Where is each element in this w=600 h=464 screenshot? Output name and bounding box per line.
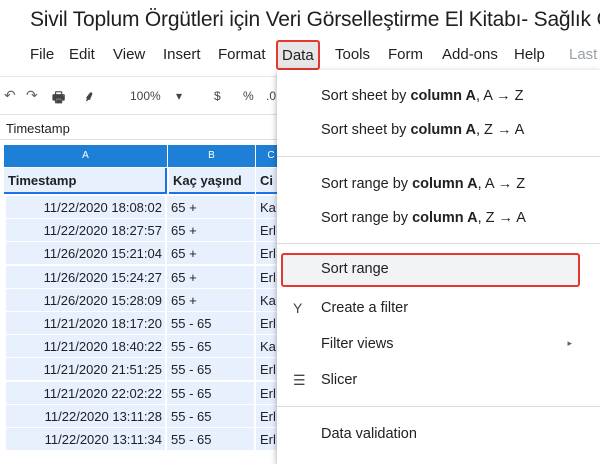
header-cell-timestamp[interactable]: Timestamp bbox=[4, 168, 167, 194]
timestamp-cell[interactable]: 11/21/2020 18:17:20 bbox=[6, 311, 166, 335]
menu-item-label: Filter views bbox=[321, 336, 394, 352]
menu-help[interactable]: Help bbox=[514, 46, 545, 63]
menu-item-label: Sort range bbox=[321, 261, 389, 277]
filter-views-item[interactable]: Filter views ▸ bbox=[277, 328, 600, 362]
data-menu-dropdown: Sort sheet by column A, A → Z Sort sheet… bbox=[277, 70, 600, 464]
menu-item-label: Sort range by column A, A → Z bbox=[321, 176, 526, 192]
column-header-a[interactable]: A bbox=[4, 145, 167, 167]
column-header-b[interactable]: B bbox=[168, 145, 255, 167]
age-cell[interactable]: 55 - 65 bbox=[167, 335, 255, 359]
menu-tools[interactable]: Tools bbox=[335, 46, 370, 63]
formula-bar-value: Timestamp bbox=[6, 121, 70, 136]
filter-icon: Y bbox=[293, 300, 303, 316]
menu-format[interactable]: Format bbox=[218, 46, 266, 63]
undo-icon[interactable]: ↶ bbox=[4, 87, 16, 104]
sort-sheet-za-item[interactable]: Sort sheet by column A, Z → A bbox=[277, 114, 600, 148]
decimal-format-button[interactable]: .0 bbox=[266, 89, 276, 103]
menu-item-label: Data validation bbox=[321, 426, 417, 442]
age-cell[interactable]: 65 + bbox=[167, 196, 255, 219]
menu-item-label: Sort sheet by column A, A → Z bbox=[321, 88, 524, 104]
menu-item-label: Sort range by column A, Z → A bbox=[321, 210, 526, 226]
menu-addons[interactable]: Add-ons bbox=[442, 46, 498, 63]
menu-file[interactable]: File bbox=[30, 46, 54, 63]
menu-bar: File Edit View Insert Format Data Tools … bbox=[0, 40, 600, 70]
paint-format-icon[interactable]: ⸙ bbox=[84, 87, 95, 106]
age-cell[interactable]: 55 - 65 bbox=[167, 311, 255, 335]
timestamp-cell[interactable]: 11/22/2020 18:27:57 bbox=[6, 219, 166, 243]
timestamp-cell[interactable]: 11/22/2020 18:08:02 bbox=[6, 196, 166, 219]
sort-range-item[interactable]: Sort range bbox=[281, 253, 580, 287]
chevron-down-icon[interactable]: ▾ bbox=[176, 89, 182, 103]
zoom-select[interactable]: 100% bbox=[130, 89, 161, 103]
menu-item-label: Slicer bbox=[321, 372, 358, 388]
menu-divider bbox=[277, 243, 600, 244]
menu-item-label: Create a filter bbox=[321, 300, 409, 316]
age-cell[interactable]: 65 + bbox=[167, 288, 255, 312]
timestamp-cell[interactable]: 11/21/2020 22:02:22 bbox=[6, 381, 166, 405]
data-validation-item[interactable]: Data validation bbox=[277, 418, 600, 452]
sort-range-za-item[interactable]: Sort range by column A, Z → A bbox=[277, 202, 600, 236]
timestamp-cell[interactable]: 11/22/2020 13:11:34 bbox=[6, 427, 166, 451]
menu-insert[interactable]: Insert bbox=[163, 46, 201, 63]
document-title[interactable]: Sivil Toplum Örgütleri için Veri Görsell… bbox=[30, 8, 600, 32]
menu-divider bbox=[277, 156, 600, 157]
timestamp-cell[interactable]: 11/21/2020 18:40:22 bbox=[6, 335, 166, 359]
timestamp-cell[interactable]: 11/22/2020 13:11:28 bbox=[6, 404, 166, 428]
sort-sheet-az-item[interactable]: Sort sheet by column A, A → Z bbox=[277, 80, 600, 114]
menu-form[interactable]: Form bbox=[388, 46, 423, 63]
timestamp-cell[interactable]: 11/26/2020 15:21:04 bbox=[6, 242, 166, 266]
submenu-arrow-icon: ▸ bbox=[567, 338, 572, 348]
menu-edit[interactable]: Edit bbox=[69, 46, 95, 63]
menu-data[interactable]: Data bbox=[276, 40, 320, 70]
slicer-item[interactable]: ☰ Slicer bbox=[277, 364, 600, 398]
menu-view[interactable]: View bbox=[113, 46, 145, 63]
menu-divider bbox=[277, 406, 600, 407]
timestamp-cell[interactable]: 11/21/2020 21:51:25 bbox=[6, 358, 166, 382]
age-cell[interactable]: 55 - 65 bbox=[167, 358, 255, 382]
timestamp-cell[interactable]: 11/26/2020 15:24:27 bbox=[6, 265, 166, 289]
percent-format-button[interactable]: % bbox=[243, 89, 254, 103]
age-cell[interactable]: 55 - 65 bbox=[167, 427, 255, 451]
print-icon[interactable]: 🖶 bbox=[52, 87, 65, 111]
timestamp-cell[interactable]: 11/26/2020 15:28:09 bbox=[6, 288, 166, 312]
redo-icon[interactable]: ↷ bbox=[26, 87, 38, 104]
menu-item-label: Sort sheet by column A, Z → A bbox=[321, 122, 525, 138]
age-cell[interactable]: 65 + bbox=[167, 265, 255, 289]
slicer-icon: ☰ bbox=[293, 372, 306, 388]
sort-range-az-item[interactable]: Sort range by column A, A → Z bbox=[277, 168, 600, 202]
age-cell[interactable]: 65 + bbox=[167, 242, 255, 266]
age-cell[interactable]: 55 - 65 bbox=[167, 404, 255, 428]
age-cell[interactable]: 55 - 65 bbox=[167, 381, 255, 405]
create-filter-item[interactable]: Y Create a filter bbox=[277, 292, 600, 326]
last-edit-link[interactable]: Last bbox=[569, 46, 597, 63]
age-cell[interactable]: 65 + bbox=[167, 219, 255, 243]
header-cell-age[interactable]: Kaç yaşınd bbox=[169, 168, 255, 194]
currency-format-button[interactable]: $ bbox=[214, 89, 221, 103]
